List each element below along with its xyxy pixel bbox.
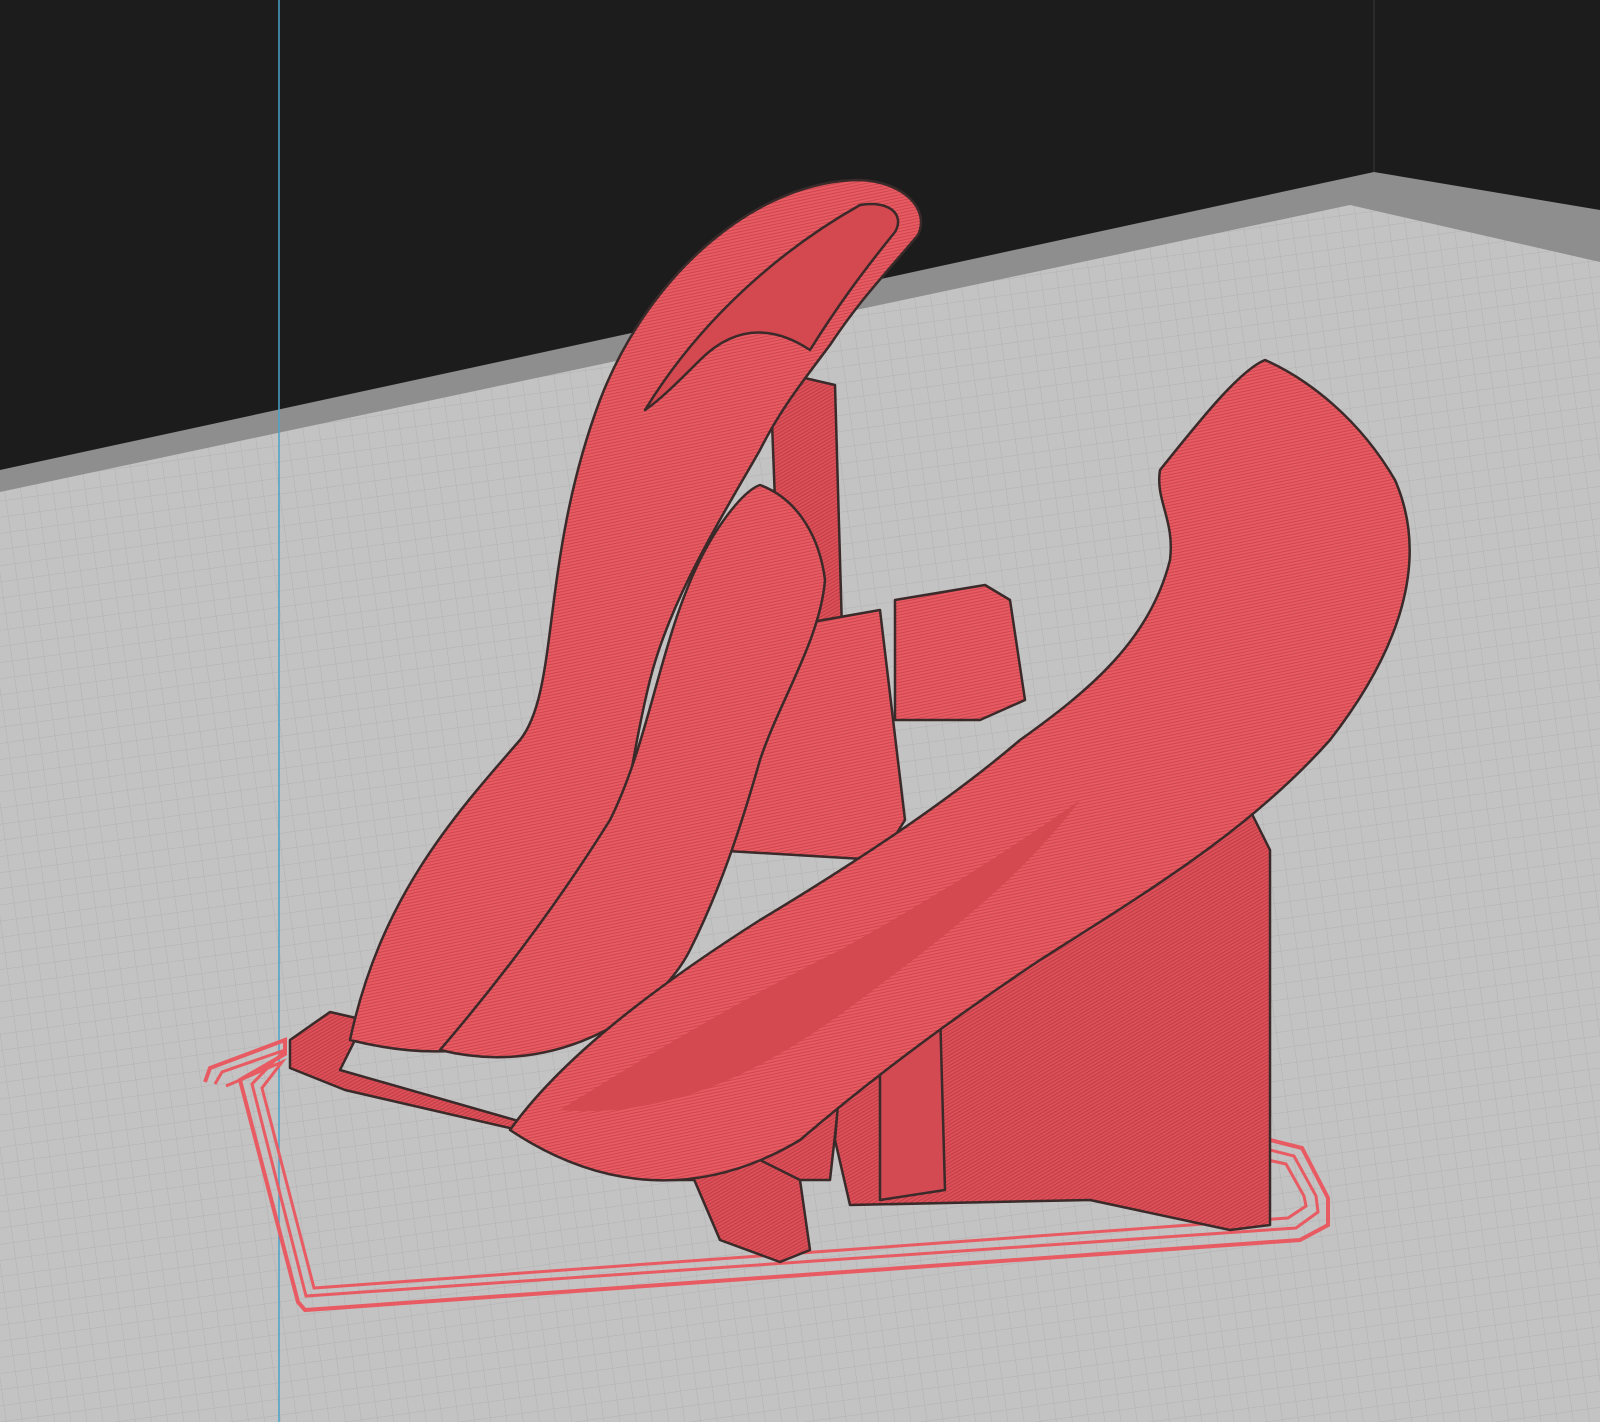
viewport-canvas[interactable] [0,0,1600,1422]
slicer-3d-viewport[interactable] [0,0,1600,1422]
model-post [893,583,1027,722]
